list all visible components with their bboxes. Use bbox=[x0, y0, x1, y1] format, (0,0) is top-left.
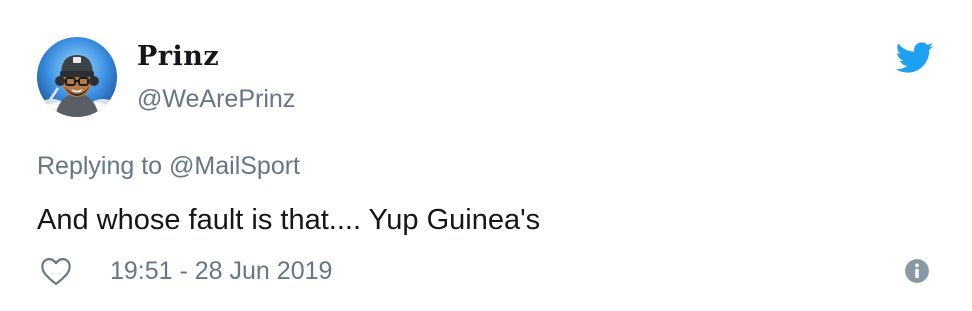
tweet-timestamp[interactable]: 19:51 - 28 Jun 2019 bbox=[110, 255, 332, 287]
twitter-bird-icon[interactable] bbox=[896, 42, 934, 74]
heart-outline-icon[interactable] bbox=[39, 256, 73, 286]
avatar-cartoon-icon bbox=[37, 37, 117, 117]
display-name[interactable]: Prinz bbox=[137, 41, 219, 73]
info-circle-icon[interactable] bbox=[904, 258, 930, 284]
avatar[interactable] bbox=[37, 37, 117, 117]
replying-to: Replying to @MailSport bbox=[37, 150, 300, 182]
username[interactable]: @WeArePrinz bbox=[137, 83, 295, 115]
tweet-text: And whose fault is that.... Yup Guinea's bbox=[37, 204, 541, 236]
embedded-tweet: Prinz @WeArePrinz Replying to @MailSport… bbox=[0, 0, 972, 311]
replying-to-label: Replying to bbox=[37, 152, 163, 180]
reply-handle-link[interactable]: @MailSport bbox=[169, 152, 300, 180]
